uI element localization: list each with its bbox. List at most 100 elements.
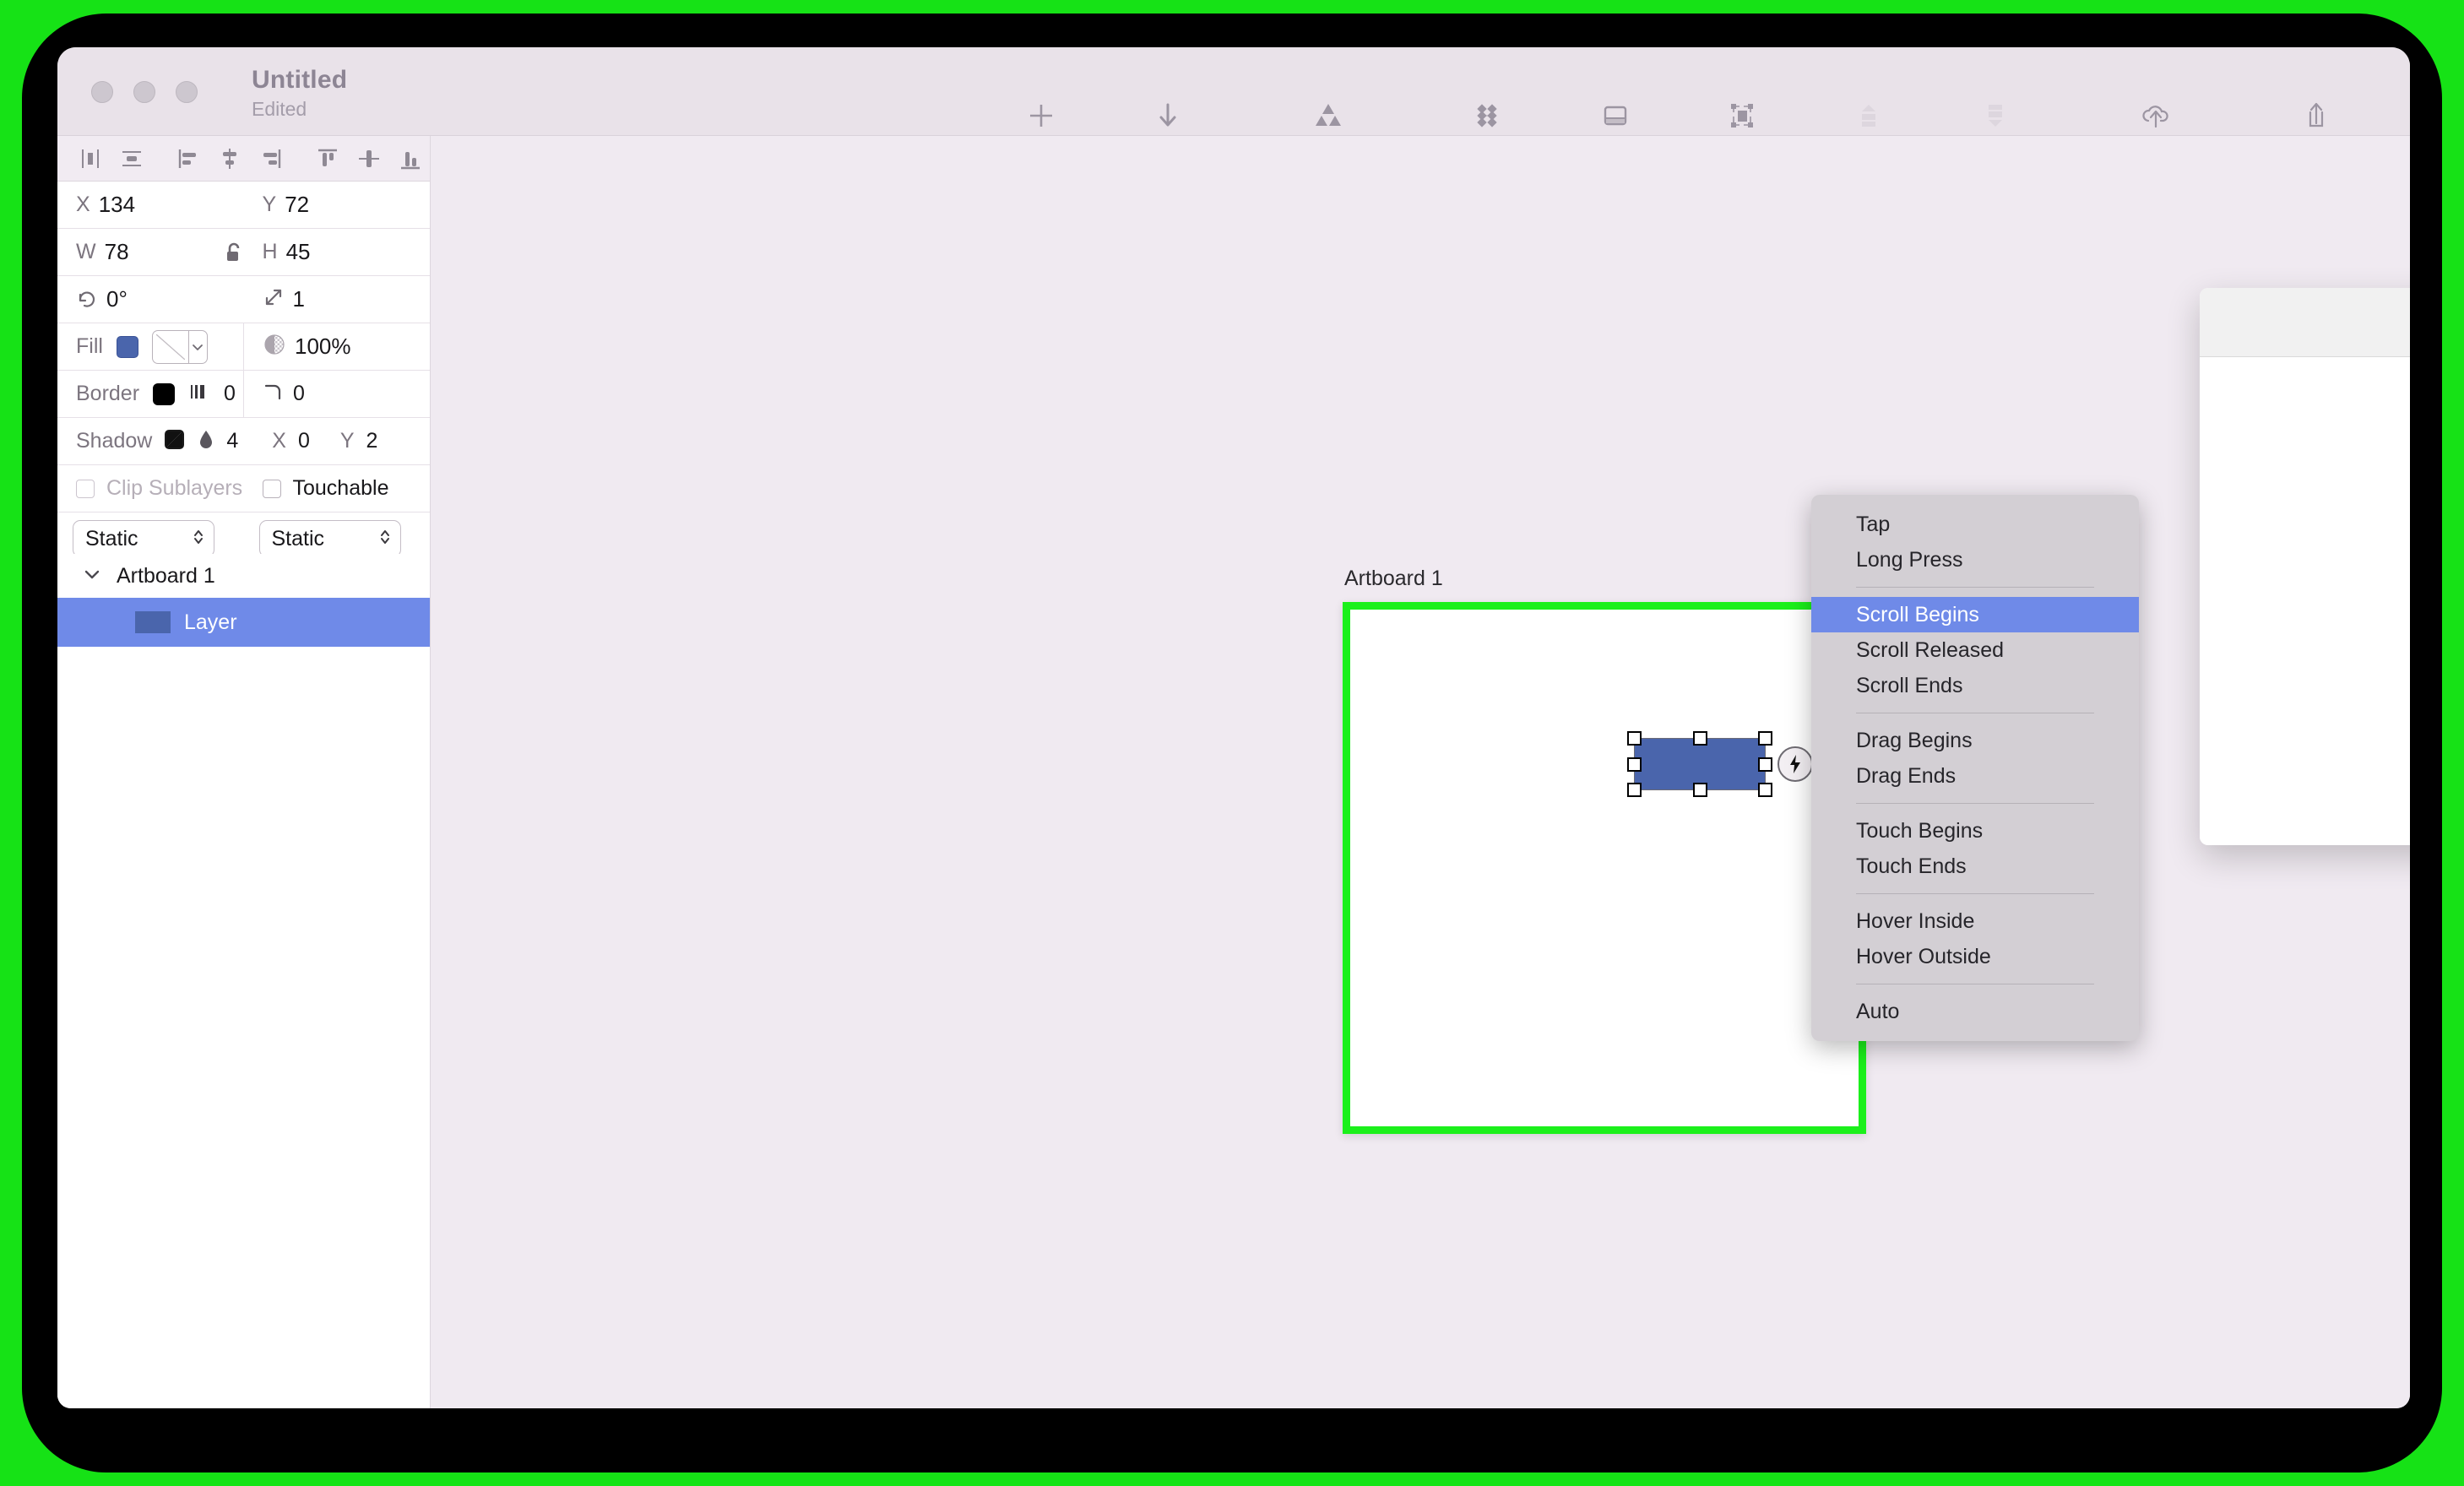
align-horizontal-middle-icon[interactable] <box>210 140 250 177</box>
opacity-field[interactable]: 100% <box>243 323 430 370</box>
alignment-toolbar <box>57 136 430 182</box>
opacity-value: 100% <box>295 334 351 359</box>
position-row: X 134 Y 72 <box>57 182 430 229</box>
scale-icon <box>263 286 285 312</box>
menu-separator <box>1856 587 2094 588</box>
shadow-y-value[interactable]: 2 <box>366 429 378 453</box>
size-row: W 78 H 45 <box>57 229 430 276</box>
screen-recording-border: Untitled Edited Insert Import <box>0 0 2464 1486</box>
resize-handle-middle-right[interactable] <box>1758 757 1772 772</box>
corner-radius-icon <box>263 381 285 407</box>
shadow-x-value[interactable]: 0 <box>298 429 310 453</box>
resize-handle-middle-left[interactable] <box>1627 757 1642 772</box>
scale-field[interactable]: 1 <box>244 276 431 323</box>
canvas-area[interactable]: Artboard 1 Tap Long Press Scroll Begins … <box>431 136 2410 1408</box>
stepper-icon <box>192 527 205 551</box>
shadow-blur-value[interactable]: 4 <box>226 429 238 453</box>
y-value: 72 <box>285 192 310 217</box>
triangles-icon <box>1311 96 1345 135</box>
close-button[interactable] <box>91 81 113 103</box>
height-field[interactable]: H 45 <box>244 229 431 275</box>
vertical-constraint-select[interactable]: Static <box>258 520 401 557</box>
menu-item-hover-outside[interactable]: Hover Outside <box>1811 939 2139 974</box>
border-width-value[interactable]: 0 <box>224 382 236 406</box>
flags-row: Clip Sublayers Touchable <box>57 465 430 513</box>
align-vertical-middle-icon[interactable] <box>350 140 389 177</box>
plus-icon <box>1027 96 1056 135</box>
menu-item-scroll-ends[interactable]: Scroll Ends <box>1811 668 2139 703</box>
minimize-button[interactable] <box>133 81 155 103</box>
menu-item-auto[interactable]: Auto <box>1811 994 2139 1029</box>
menu-item-tap[interactable]: Tap <box>1811 507 2139 542</box>
menu-item-hover-inside[interactable]: Hover Inside <box>1811 903 2139 939</box>
shadow-x-label: X <box>272 429 286 453</box>
selected-shape[interactable] <box>1627 731 1772 797</box>
menu-item-drag-begins[interactable]: Drag Begins <box>1811 723 2139 758</box>
bring-forward-icon <box>1853 96 1884 135</box>
artboard[interactable] <box>1343 602 1866 1134</box>
checkbox-box <box>262 479 281 498</box>
align-horizontal-center-icon[interactable] <box>71 140 111 177</box>
menu-item-scroll-begins[interactable]: Scroll Begins <box>1811 597 2139 632</box>
send-backward-icon <box>1980 96 2011 135</box>
border-color-swatch[interactable] <box>153 382 176 405</box>
chevron-down-icon[interactable] <box>83 567 101 585</box>
shadow-color-icon[interactable] <box>164 428 186 454</box>
resize-handle-top-right[interactable] <box>1758 731 1772 746</box>
interaction-context-menu[interactable]: Tap Long Press Scroll Begins Scroll Rele… <box>1811 495 2139 1041</box>
layers-artboard-row[interactable]: Artboard 1 <box>57 554 430 598</box>
cloud-upload-icon <box>2139 96 2173 135</box>
resize-handle-top-left[interactable] <box>1627 731 1642 746</box>
resize-handle-bottom-center[interactable] <box>1693 783 1707 797</box>
h-label: H <box>262 240 278 263</box>
rotation-field[interactable]: 0° <box>57 276 244 323</box>
align-right-icon[interactable] <box>251 140 290 177</box>
x-field[interactable]: X 134 <box>57 182 244 228</box>
menu-item-scroll-released[interactable]: Scroll Released <box>1811 632 2139 668</box>
fill-color-swatch[interactable] <box>116 335 138 358</box>
list-item[interactable]: Layer <box>57 598 430 647</box>
border-row: Border 0 0 <box>57 371 430 418</box>
document-title: Untitled <box>252 66 348 94</box>
shadow-blur-icon <box>198 428 214 454</box>
corner-radius-value: 0 <box>293 382 305 405</box>
lightning-bolt-icon[interactable] <box>1777 746 1813 782</box>
width-field[interactable]: W 78 <box>57 229 244 275</box>
menu-item-touch-begins[interactable]: Touch Begins <box>1811 813 2139 849</box>
align-bottom-icon[interactable] <box>390 140 430 177</box>
unlocked-icon[interactable] <box>223 241 245 269</box>
menu-item-touch-ends[interactable]: Touch Ends <box>1811 849 2139 884</box>
artboard-label: Artboard 1 <box>1344 567 1443 590</box>
gradient-select-icon[interactable] <box>151 329 208 364</box>
preview-window[interactable] <box>2200 288 2410 845</box>
rotation-icon <box>76 286 98 312</box>
menu-item-drag-ends[interactable]: Drag Ends <box>1811 758 2139 794</box>
corner-radius-field[interactable]: 0 <box>243 371 430 417</box>
menu-item-long-press[interactable]: Long Press <box>1811 542 2139 578</box>
zoom-button[interactable] <box>176 81 198 103</box>
stepper-icon <box>378 527 392 551</box>
preview-stage[interactable] <box>2200 357 2410 845</box>
align-top-icon[interactable] <box>308 140 348 177</box>
title-bar: Untitled Edited Insert Import <box>57 47 2410 160</box>
horizontal-constraint-select[interactable]: Static <box>73 520 214 557</box>
drivers-nodes-icon <box>1474 96 1504 135</box>
layers-panel: Artboard 1 Layer <box>57 554 430 1408</box>
resize-handle-bottom-right[interactable] <box>1758 783 1772 797</box>
border-label: Border <box>76 382 140 405</box>
clip-sublayers-checkbox[interactable]: Clip Sublayers <box>57 465 244 512</box>
resize-handle-bottom-left[interactable] <box>1627 783 1642 797</box>
document-title-block: Untitled Edited <box>252 66 347 121</box>
export-share-icon <box>2302 96 2331 135</box>
y-label: Y <box>262 193 277 216</box>
x-label: X <box>76 193 90 216</box>
app-window: Untitled Edited Insert Import <box>57 47 2410 1408</box>
menu-separator <box>1856 803 2094 804</box>
resize-handle-top-center[interactable] <box>1693 731 1707 746</box>
align-vertical-center-icon[interactable] <box>112 140 152 177</box>
shadow-label: Shadow <box>76 429 153 453</box>
touchable-checkbox[interactable]: Touchable <box>244 465 431 512</box>
align-left-icon[interactable] <box>169 140 209 177</box>
y-field[interactable]: Y 72 <box>244 182 431 228</box>
rotation-value: 0° <box>106 286 128 312</box>
